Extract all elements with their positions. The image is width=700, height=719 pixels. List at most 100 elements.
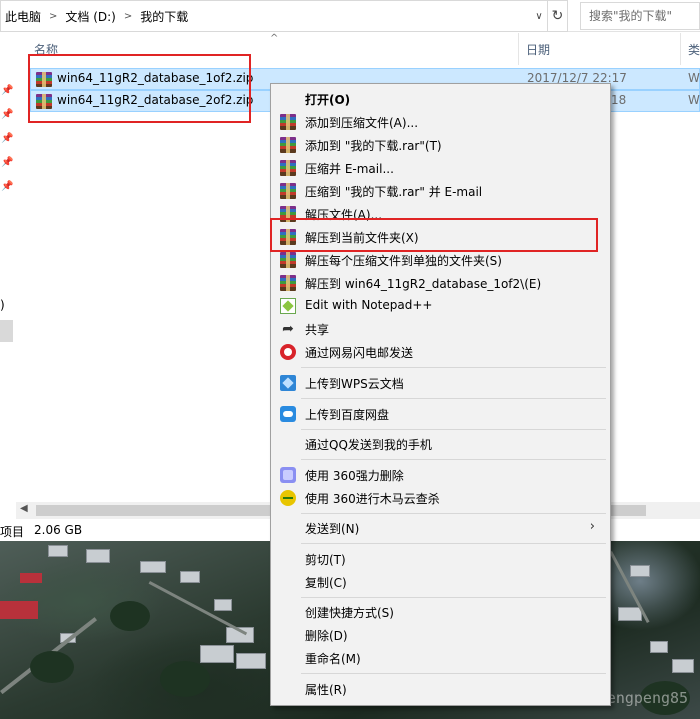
house: [630, 565, 650, 577]
baidu-netdisk-icon: [280, 406, 296, 422]
pin-icon[interactable]: 📌: [1, 109, 13, 120]
red-roof: [20, 573, 42, 583]
nav-item-fragment[interactable]: ): [0, 298, 5, 312]
menu-separator: [301, 429, 606, 430]
chevron-down-icon[interactable]: ∨: [531, 9, 547, 25]
menu-item-add-to-rar[interactable]: 添加到 "我的下载.rar"(T): [274, 134, 607, 156]
menu-item-properties[interactable]: 属性(R): [274, 678, 607, 700]
menu-item-label: Edit with Notepad++: [305, 298, 433, 312]
menu-item-share[interactable]: ➦ 共享: [274, 318, 607, 340]
house: [236, 653, 266, 669]
menu-item-create-shortcut[interactable]: 创建快捷方式(S): [274, 601, 607, 623]
menu-item-edit-notepadpp[interactable]: Edit with Notepad++: [274, 295, 607, 317]
menu-item-open[interactable]: 打开(O): [274, 88, 607, 110]
360-scan-icon: [280, 490, 296, 506]
menu-item-label: 上传到百度网盘: [305, 408, 390, 422]
menu-item-label: 压缩到 "我的下载.rar" 并 E-mail: [305, 185, 483, 199]
menu-item-label: 属性(R): [305, 683, 347, 697]
menu-item-label: 发送到(N): [305, 522, 360, 536]
pin-icon[interactable]: 📌: [1, 85, 13, 96]
house: [140, 561, 166, 573]
share-icon: ➦: [282, 321, 294, 337]
chevron-right-icon[interactable]: >: [124, 11, 132, 22]
menu-item-copy[interactable]: 复制(C): [274, 571, 607, 593]
nav-item-selected[interactable]: [0, 320, 13, 342]
menu-item-label: 使用 360强力删除: [305, 469, 404, 483]
menu-item-add-to-archive[interactable]: 添加到压缩文件(A)...: [274, 111, 607, 133]
menu-item-cut[interactable]: 剪切(T): [274, 548, 607, 570]
search-input[interactable]: 搜索"我的下载": [580, 2, 700, 30]
menu-item-label: 通过网易闪电邮发送: [305, 346, 414, 360]
column-header-date[interactable]: 日期: [526, 41, 550, 58]
menu-item-label: 共享: [305, 323, 330, 337]
house: [672, 659, 694, 673]
menu-separator: [301, 459, 606, 460]
menu-item-delete[interactable]: 删除(D): [274, 624, 607, 646]
wps-cloud-icon: [280, 375, 296, 391]
menu-item-send-to[interactable]: 发送到(N) ›: [274, 517, 607, 539]
winrar-icon: [280, 183, 296, 199]
road: [148, 581, 248, 636]
house: [214, 599, 232, 611]
chevron-right-icon: ›: [589, 519, 595, 534]
pin-icon[interactable]: 📌: [1, 133, 13, 144]
breadcrumb-my-downloads[interactable]: 我的下载: [140, 8, 188, 25]
breadcrumb-documents-d[interactable]: 文档 (D:): [65, 8, 115, 25]
menu-item-qq-send[interactable]: 通过QQ发送到我的手机: [274, 433, 607, 455]
menu-item-label: 添加到 "我的下载.rar"(T): [305, 139, 442, 153]
menu-item-label: 剪切(T): [305, 553, 346, 567]
pin-icon[interactable]: 📌: [1, 181, 13, 192]
menu-item-compress-rar-email[interactable]: 压缩到 "我的下载.rar" 并 E-mail: [274, 180, 607, 202]
tree: [110, 601, 150, 631]
360-delete-icon: [280, 467, 296, 483]
pin-icon[interactable]: 📌: [1, 157, 13, 168]
menu-item-label: 解压到 win64_11gR2_database_1of2\(E): [305, 277, 542, 291]
menu-item-compress-email[interactable]: 压缩并 E-mail...: [274, 157, 607, 179]
file-type: W: [688, 71, 700, 85]
menu-item-360-delete[interactable]: 使用 360强力删除: [274, 464, 607, 486]
house: [618, 607, 642, 621]
status-items-label: 项目: [0, 525, 25, 539]
menu-separator: [301, 597, 606, 598]
menu-item-label: 压缩并 E-mail...: [305, 162, 394, 176]
status-size: 2.06 GB: [34, 523, 83, 537]
menu-item-label: 解压每个压缩文件到单独的文件夹(S): [305, 254, 502, 268]
sort-ascending-icon: ^: [270, 33, 279, 44]
notepad-plus-plus-icon: [280, 298, 296, 314]
menu-item-extract-to-folder[interactable]: 解压到 win64_11gR2_database_1of2\(E): [274, 272, 607, 294]
menu-item-label: 使用 360进行木马云查杀: [305, 492, 440, 506]
winrar-icon: [280, 160, 296, 176]
column-header-type[interactable]: 类: [688, 41, 700, 58]
annotation-highlight-files: [28, 54, 251, 123]
menu-separator: [301, 543, 606, 544]
menu-item-label: 通过QQ发送到我的手机: [305, 438, 432, 452]
menu-item-label: 打开(O): [305, 93, 351, 107]
chevron-right-icon[interactable]: >: [49, 11, 57, 22]
menu-item-extract-each[interactable]: 解压每个压缩文件到单独的文件夹(S): [274, 249, 607, 271]
column-divider[interactable]: [518, 33, 519, 65]
menu-item-360-scan[interactable]: 使用 360进行木马云查杀: [274, 487, 607, 509]
menu-separator: [301, 367, 606, 368]
menu-item-label: 添加到压缩文件(A)...: [305, 116, 419, 130]
menu-item-label: 删除(D): [305, 629, 348, 643]
menu-item-upload-baidu[interactable]: 上传到百度网盘: [274, 403, 607, 425]
tree: [30, 651, 74, 683]
scroll-left-icon[interactable]: ◀: [20, 503, 28, 514]
column-divider[interactable]: [680, 33, 681, 65]
menu-item-rename[interactable]: 重命名(M): [274, 647, 607, 669]
file-type: W: [688, 93, 700, 107]
menu-item-label: 复制(C): [305, 576, 347, 590]
tree: [160, 661, 210, 697]
house: [180, 571, 200, 583]
house: [200, 645, 234, 663]
refresh-icon[interactable]: ↻: [548, 0, 568, 32]
menu-item-netease-mail[interactable]: 通过网易闪电邮发送: [274, 341, 607, 363]
winrar-icon: [280, 275, 296, 291]
winrar-icon: [280, 252, 296, 268]
file-date: 18: [611, 93, 627, 107]
house: [86, 549, 110, 563]
breadcrumb[interactable]: 此电脑 > 文档 (D:) > 我的下载 ∨: [0, 0, 548, 32]
breadcrumb-this-pc[interactable]: 此电脑: [5, 8, 41, 25]
menu-item-upload-wps[interactable]: 上传到WPS云文档: [274, 372, 607, 394]
menu-item-label: 上传到WPS云文档: [305, 377, 404, 391]
